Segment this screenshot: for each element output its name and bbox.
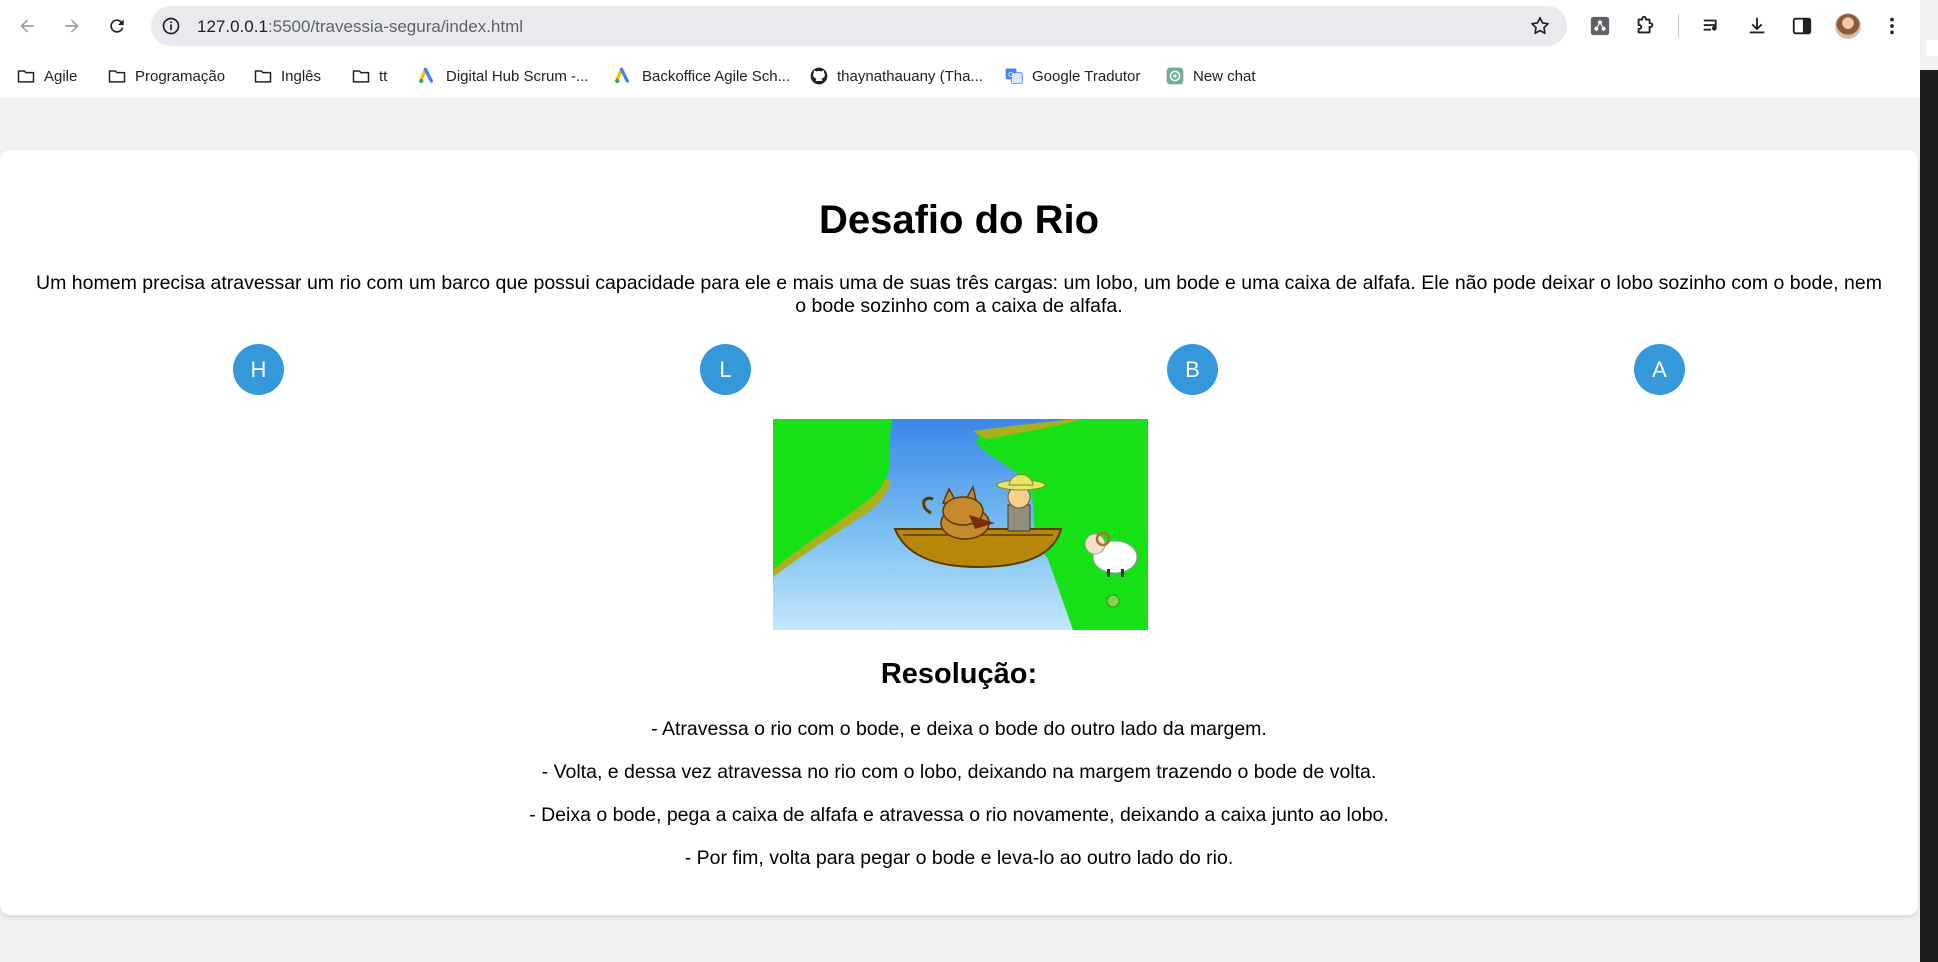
google-ads-icon [614,67,629,84]
bookmark-ingles[interactable]: Inglês [253,64,321,88]
chatgpt-icon [1166,67,1184,85]
bookmark-new-chat[interactable]: New chat [1165,64,1256,88]
back-arrow-icon[interactable] [13,12,41,40]
translate-icon: G [1005,68,1023,84]
challenge-card: Desafio do Rio Um homem precisa atravess… [0,150,1918,915]
bookmark-backoffice[interactable]: Backoffice Agile Sch... [614,64,790,88]
resolution-title: Resolução: [880,658,1038,690]
bookmark-label: Agile [44,67,78,85]
url-path: :5500/travessia-segura/index.html [267,17,524,36]
bookmark-label: tt [379,67,388,85]
star-icon[interactable] [1529,15,1551,37]
river-illustration [773,419,1148,630]
extension-icon[interactable] [1587,13,1613,39]
url-host: 127.0.0.1 [197,17,268,36]
characters-row: H L B A [0,344,1918,396]
bookmark-label: Digital Hub Scrum -... [446,67,589,85]
folder-icon [17,70,35,83]
bookmark-agile[interactable]: Agile [16,64,77,88]
river-scene-image [773,419,1148,630]
bookmark-google-tradutor[interactable]: G Google Tradutor [1004,64,1140,88]
bookmark-label: Backoffice Agile Sch... [642,67,791,85]
github-icon [810,67,828,85]
bookmark-label: Programação [135,67,226,85]
token-bode[interactable]: B [1167,344,1218,395]
bookmark-github[interactable]: thaynathauany (Tha... [809,64,983,88]
bookmarks-bar: Agile Programação Inglês tt Digital Hub … [0,52,1920,98]
scrollbar[interactable] [1920,40,1938,962]
intro-text: Um homem precisa atravessar um rio com u… [36,272,1882,317]
token-homem[interactable]: H [233,344,284,395]
folder-icon [352,70,370,83]
toolbar-separator [1678,14,1679,38]
resolution-step: - Deixa o bode, pega a caixa de alfafa e… [529,804,1389,826]
address-bar[interactable]: 127.0.0.1:5500/travessia-segura/index.ht… [151,6,1567,46]
bookmark-tt[interactable]: tt [351,64,387,88]
url-text[interactable]: 127.0.0.1:5500/travessia-segura/index.ht… [197,17,523,37]
bookmark-label: Inglês [281,67,322,85]
bookmark-label: thaynathauany (Tha... [837,67,983,85]
menu-dots-icon[interactable] [1879,13,1905,39]
resolution-step: - Por fim, volta para pegar o bode e lev… [684,847,1234,869]
token-alfafa[interactable]: A [1634,344,1685,395]
download-icon[interactable] [1744,13,1770,39]
forward-arrow-icon[interactable] [58,12,86,40]
resolution-steps: - Atravessa o rio com o bode, e deixa o … [0,718,1918,890]
bookmark-label: New chat [1193,67,1256,85]
profile-avatar[interactable] [1835,13,1861,39]
site-info-icon[interactable] [161,16,181,36]
bookmark-digital-hub[interactable]: Digital Hub Scrum -... [418,64,589,88]
google-ads-icon [418,67,433,84]
bookmark-programacao[interactable]: Programação [107,64,225,88]
media-queue-icon[interactable] [1699,13,1725,39]
side-panel-icon[interactable] [1789,13,1815,39]
puzzle-icon[interactable] [1632,13,1658,39]
bookmark-label: Google Tradutor [1032,67,1141,85]
resolution-step: - Volta, e dessa vez atravessa no rio co… [541,761,1377,783]
folder-icon [108,70,126,83]
token-lobo[interactable]: L [700,344,751,395]
page-title: Desafio do Rio [818,198,1100,242]
reload-icon[interactable] [103,12,131,40]
svg-text:G: G [1008,71,1013,79]
resolution-step: - Atravessa o rio com o bode, e deixa o … [651,718,1267,740]
scrollbar-corner [1926,40,1938,56]
browser-toolbar: 127.0.0.1:5500/travessia-segura/index.ht… [0,0,1920,52]
folder-icon [254,70,272,83]
